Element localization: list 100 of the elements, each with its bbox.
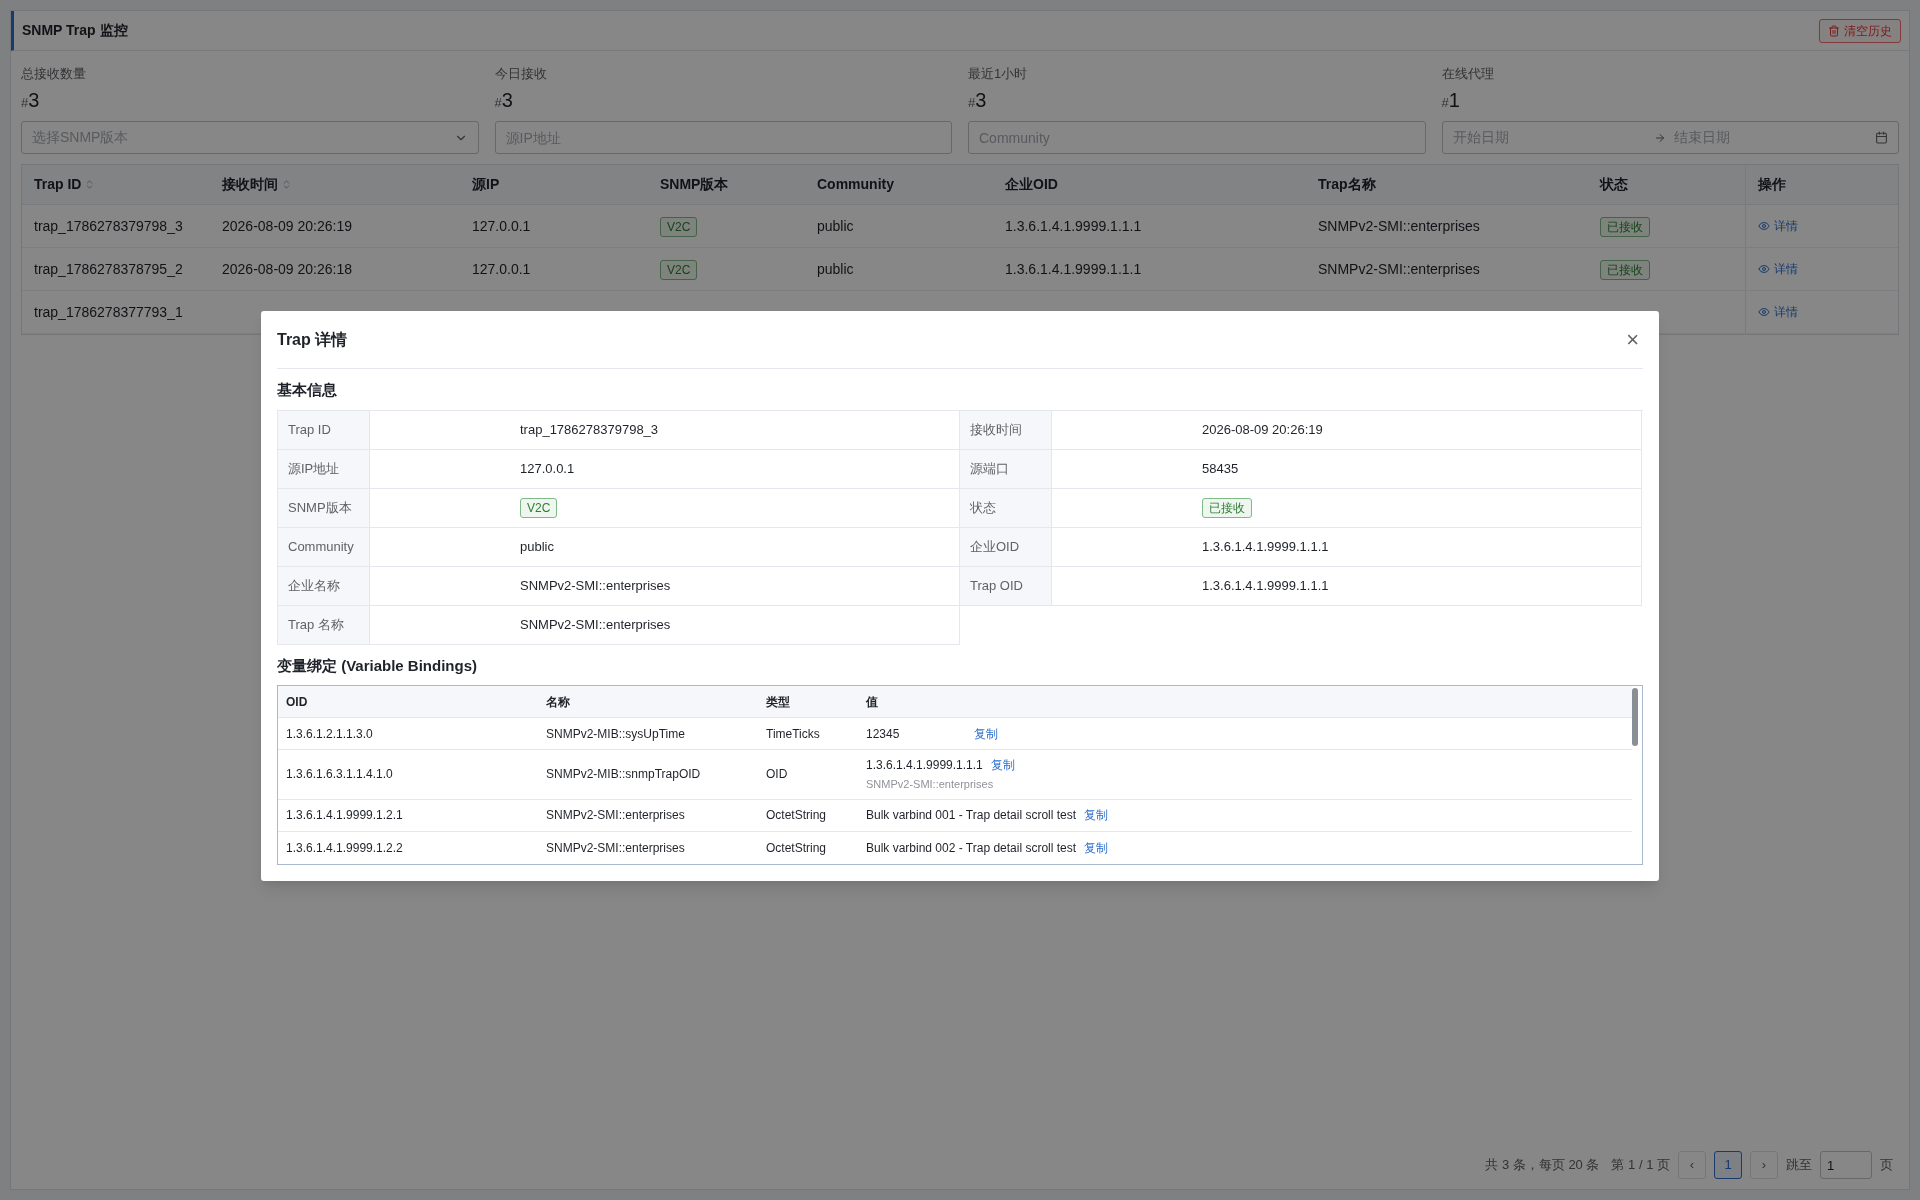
field-label: Community bbox=[288, 538, 354, 554]
trash-icon bbox=[1828, 24, 1840, 37]
dialog-title: Trap 详情 bbox=[277, 329, 348, 350]
column-header: 企业OID bbox=[1005, 175, 1058, 194]
stat-value: 3 bbox=[975, 88, 987, 113]
table-cell: SNMPv2-SMI::enterprises bbox=[546, 808, 685, 822]
column-header[interactable]: 接收时间 bbox=[222, 174, 278, 195]
table-cell: 2026-08-09 20:26:18 bbox=[222, 260, 352, 277]
stat-label: 最近1小时 bbox=[968, 65, 1029, 83]
column-header: SNMP版本 bbox=[660, 175, 729, 194]
hash-prefix: # bbox=[1441, 95, 1449, 112]
field-label: 状态 bbox=[970, 499, 996, 515]
details-link[interactable]: 详情 bbox=[1758, 217, 1798, 235]
eye-icon bbox=[1758, 263, 1770, 275]
hash-prefix: # bbox=[494, 95, 502, 112]
table-cell: public bbox=[817, 217, 854, 234]
status-tag: 已接收 bbox=[1600, 216, 1650, 237]
table-cell: 1.3.6.1.4.1.9999.1.1.1 bbox=[1005, 217, 1142, 234]
arrow-icon bbox=[1653, 131, 1666, 144]
table-cell: SNMPv2-MIB::snmpTrapOID bbox=[546, 767, 701, 782]
field-label: 接收时间 bbox=[970, 421, 1022, 437]
column-header: 类型 bbox=[766, 694, 790, 709]
table-cell-text: Bulk varbind 002 - Trap detail scroll test bbox=[866, 839, 1077, 857]
previous-page-button[interactable]: ‹ bbox=[1678, 1151, 1706, 1179]
table-cell: SNMPv2-MIB::sysUpTime bbox=[546, 726, 685, 741]
clear-history-button[interactable]: 清空历史 bbox=[1819, 18, 1901, 43]
field-label: Trap 名称 bbox=[288, 616, 344, 632]
table-cell: SNMPv2-SMI::enterprises bbox=[546, 840, 685, 855]
table-cell: 1.3.6.1.4.1.9999.1.1.1 bbox=[1005, 260, 1142, 277]
table-cell: 127.0.0.1 bbox=[472, 260, 531, 277]
column-header: 状态 bbox=[1600, 175, 1628, 194]
column-header: 操作 bbox=[1758, 175, 1786, 194]
details-link[interactable]: 详情 bbox=[1758, 260, 1798, 278]
field-value: public bbox=[520, 538, 554, 554]
status-tag: 已接收 bbox=[1600, 259, 1650, 280]
table-cell: OID bbox=[766, 767, 788, 782]
table-cell: 127.0.0.1 bbox=[472, 217, 531, 234]
section-title: 变量绑定 (Variable Bindings) bbox=[277, 655, 479, 676]
eye-icon bbox=[1758, 306, 1770, 318]
field-value: SNMPv2-SMI::enterprises bbox=[520, 577, 671, 593]
table-cell: trap_1786278379798_3 bbox=[34, 217, 183, 234]
section-title: 基本信息 bbox=[277, 380, 338, 400]
field-label: 源端口 bbox=[970, 460, 1009, 476]
close-button[interactable]: × bbox=[1626, 328, 1643, 351]
table-cell-text: Bulk varbind 001 - Trap detail scroll test bbox=[866, 807, 1077, 824]
oid-name-note: SNMPv2-SMI::enterprises bbox=[866, 777, 995, 792]
table-cell-text: 1.3.6.1.4.1.9999.1.1.1 bbox=[866, 757, 983, 774]
field-value: 127.0.0.1 bbox=[520, 460, 575, 476]
stat-value: 3 bbox=[501, 88, 513, 113]
table-cell: public bbox=[817, 260, 854, 277]
stat-label: 总接收数量 bbox=[21, 65, 87, 83]
pagination-summary: 共 3 条，每页 20 条 bbox=[1485, 1156, 1600, 1175]
copy-link[interactable]: 复制 bbox=[990, 756, 1015, 774]
status-tag: 已接收 bbox=[1202, 497, 1252, 518]
table-cell: TimeTicks bbox=[766, 726, 820, 741]
table-cell: 1.3.6.1.2.1.1.3.0 bbox=[286, 726, 373, 741]
hash-prefix: # bbox=[21, 95, 29, 112]
field-value: SNMPv2-SMI::enterprises bbox=[520, 616, 671, 632]
field-label: SNMP版本 bbox=[288, 499, 352, 515]
field-label: 源IP地址 bbox=[288, 460, 340, 476]
next-page-button[interactable]: › bbox=[1750, 1151, 1778, 1179]
stat-label: 在线代理 bbox=[1441, 65, 1495, 83]
scrollbar-thumb[interactable] bbox=[1632, 688, 1638, 746]
column-header: Trap名称 bbox=[1318, 175, 1376, 194]
page-jump-field[interactable]: 1 bbox=[1820, 1151, 1872, 1179]
hash-prefix: # bbox=[968, 95, 976, 112]
copy-link[interactable]: 复制 bbox=[1084, 806, 1109, 824]
status-tag: V2C bbox=[660, 216, 698, 237]
column-header: 值 bbox=[866, 694, 878, 709]
column-header: Community bbox=[817, 175, 894, 194]
copy-link[interactable]: 复制 bbox=[1084, 838, 1109, 857]
table-cell: trap_1786278378795_2 bbox=[34, 260, 183, 277]
table-cell: OctetString bbox=[766, 808, 827, 822]
page-button[interactable]: 1 bbox=[1714, 1151, 1742, 1179]
field-value: 1.3.6.1.4.1.9999.1.1.1 bbox=[1202, 538, 1329, 554]
field-label: Trap ID bbox=[288, 421, 331, 437]
table-cell: OctetString bbox=[766, 840, 827, 855]
field-value: 58435 bbox=[1202, 460, 1239, 476]
status-tag: V2C bbox=[660, 259, 698, 280]
page-suffix: 页 bbox=[1880, 1156, 1893, 1175]
table-cell: trap_1786278377793_1 bbox=[34, 303, 183, 320]
column-header: OID bbox=[286, 694, 308, 709]
table-cell: 1.3.6.1.4.1.9999.1.2.2 bbox=[286, 840, 403, 855]
column-header[interactable]: Trap ID bbox=[34, 174, 82, 195]
field-label: Trap OID bbox=[970, 577, 1023, 593]
stat-value: 3 bbox=[28, 88, 40, 113]
column-header: 名称 bbox=[546, 694, 570, 709]
eye-icon bbox=[1758, 220, 1770, 232]
table-cell-text: 12345 bbox=[866, 725, 901, 743]
page-info: 第 1 / 1 页 bbox=[1611, 1156, 1670, 1175]
copy-link[interactable]: 复制 bbox=[974, 724, 998, 743]
table-cell: SNMPv2-SMI::enterprises bbox=[1318, 217, 1480, 234]
table-cell: 1.3.6.1.6.3.1.1.4.1.0 bbox=[286, 767, 393, 782]
jump-label: 跳至 bbox=[1786, 1156, 1812, 1175]
details-link[interactable]: 详情 bbox=[1758, 303, 1798, 321]
stat-value: 1 bbox=[1448, 88, 1460, 113]
calendar-icon bbox=[1875, 131, 1888, 144]
stat-label: 今日接收 bbox=[494, 65, 548, 83]
page-title: SNMP Trap 监控 bbox=[22, 21, 128, 40]
status-tag: V2C bbox=[520, 497, 558, 518]
